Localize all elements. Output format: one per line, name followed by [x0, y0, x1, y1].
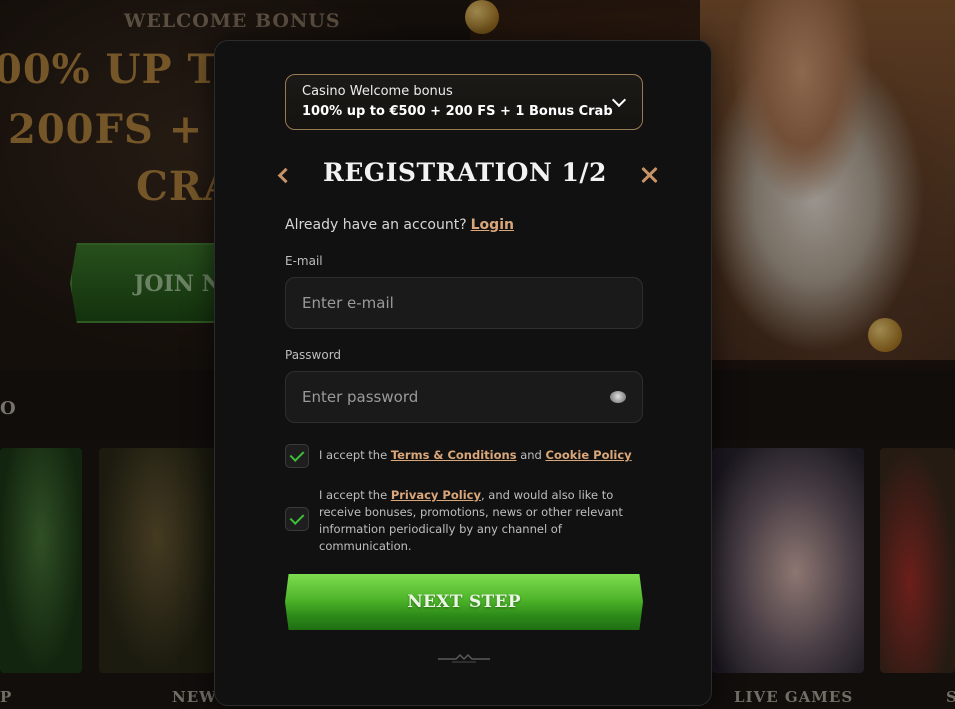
close-icon[interactable] — [638, 164, 660, 186]
terms-link[interactable]: Terms & Conditions — [391, 448, 517, 462]
account-prompt-text: Already have an account? — [285, 217, 467, 233]
next-step-label: NEXT STEP — [407, 592, 521, 612]
divider-ornament — [438, 653, 490, 663]
login-link[interactable]: Login — [471, 217, 514, 233]
privacy-prefix: I accept the — [319, 488, 388, 502]
eye-icon[interactable] — [610, 391, 626, 403]
email-placeholder: Enter e-mail — [302, 294, 394, 312]
password-placeholder: Enter password — [302, 388, 419, 406]
bonus-select-title: Casino Welcome bonus — [302, 84, 453, 99]
terms-text: I accept the Terms & Conditions and Cook… — [319, 447, 632, 464]
password-field[interactable]: Enter password — [285, 371, 643, 423]
terms-prefix: I accept the — [319, 448, 388, 462]
registration-header: REGISTRATION 1/2 — [270, 156, 660, 196]
terms-consent: I accept the Terms & Conditions and Cook… — [285, 444, 645, 468]
bonus-select[interactable]: Casino Welcome bonus 100% up to €500 + 2… — [285, 74, 643, 130]
privacy-policy-link[interactable]: Privacy Policy — [391, 488, 481, 502]
email-field[interactable]: Enter e-mail — [285, 277, 643, 329]
privacy-text: I accept the Privacy Policy, and would a… — [319, 487, 645, 555]
email-label: E-mail — [285, 254, 323, 268]
registration-modal: Casino Welcome bonus 100% up to €500 + 2… — [214, 40, 712, 706]
terms-checkbox[interactable] — [285, 444, 309, 468]
cookie-policy-link[interactable]: Cookie Policy — [546, 448, 632, 462]
privacy-checkbox[interactable] — [285, 507, 309, 531]
terms-and: and — [520, 448, 542, 462]
next-step-button[interactable]: NEXT STEP — [285, 574, 643, 630]
privacy-consent: I accept the Privacy Policy, and would a… — [285, 487, 645, 555]
password-label: Password — [285, 348, 342, 362]
registration-title: REGISTRATION 1/2 — [323, 158, 607, 187]
bonus-select-value: 100% up to €500 + 200 FS + 1 Bonus Crab — [302, 104, 613, 119]
account-prompt: Already have an account? Login — [285, 217, 514, 233]
